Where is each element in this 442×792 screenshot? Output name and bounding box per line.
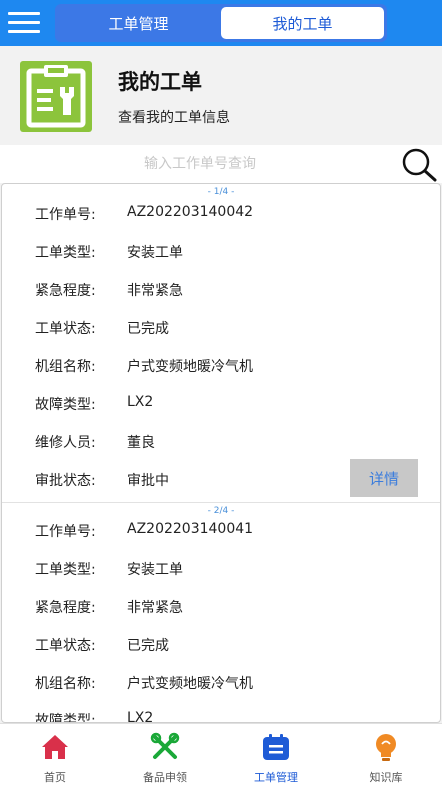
field-label: 机组名称: — [35, 676, 96, 692]
top-bar: 工单管理 我的工单 — [0, 0, 442, 46]
search-icon[interactable] — [401, 148, 437, 182]
field-value: 非常紧急 — [127, 283, 183, 299]
tab-knowledge-base[interactable]: 知识库 — [331, 724, 441, 792]
field-value: 已完成 — [127, 321, 169, 337]
page-header: 我的工单 查看我的工单信息 — [0, 46, 442, 145]
field-value: LX2 — [127, 394, 154, 410]
tab-order-management[interactable]: 工单管理 — [221, 724, 331, 792]
calendar-icon — [263, 734, 289, 760]
field-label: 维修人员: — [35, 435, 96, 451]
field-label: 工单类型: — [35, 562, 96, 578]
field-label: 紧急程度: — [35, 600, 96, 616]
field-label: 紧急程度: — [35, 283, 96, 299]
card-index: - 1/4 - — [207, 187, 235, 197]
field-label: 工单状态: — [35, 638, 96, 654]
tools-icon — [150, 732, 180, 759]
search-input[interactable] — [0, 149, 400, 179]
tab-home[interactable]: 首页 — [0, 724, 110, 792]
work-order-card: - 2/4 - 工作单号: AZ202203140041 工单类型: 安装工单 … — [2, 503, 440, 723]
menu-icon[interactable] — [8, 9, 42, 37]
tab-label: 备品申领 — [143, 771, 187, 784]
work-order-list[interactable]: - 1/4 - 工作单号: AZ202203140042 工单类型: 安装工单 … — [1, 183, 441, 723]
field-value: 董良 — [127, 435, 155, 451]
field-label: 工单类型: — [35, 245, 96, 261]
page-subtitle: 查看我的工单信息 — [118, 110, 230, 126]
lightbulb-icon — [376, 734, 396, 761]
tab-label: 知识库 — [369, 771, 403, 784]
tab-my-orders[interactable]: 我的工单 — [221, 7, 384, 39]
card-index: - 2/4 - — [207, 506, 235, 516]
field-label: 机组名称: — [35, 359, 96, 375]
field-label: 审批状态: — [35, 473, 96, 489]
field-value: 审批中 — [127, 473, 169, 489]
segmented-control: 工单管理 我的工单 — [55, 4, 387, 42]
field-label: 故障类型: — [35, 713, 96, 723]
field-value: 安装工单 — [127, 562, 183, 578]
tab-label: 工单管理 — [254, 771, 298, 784]
field-value: 户式变频地暖冷气机 — [127, 676, 253, 692]
detail-button[interactable]: 详情 — [350, 459, 418, 497]
work-order-card: - 1/4 - 工作单号: AZ202203140042 工单类型: 安装工单 … — [2, 184, 440, 503]
tab-order-management[interactable]: 工单管理 — [57, 7, 220, 39]
home-icon — [42, 735, 68, 759]
field-label: 工作单号: — [35, 207, 96, 223]
field-value: AZ202203140041 — [127, 521, 254, 537]
search-bar — [0, 145, 442, 183]
page-title: 我的工单 — [118, 70, 202, 94]
field-value: 安装工单 — [127, 245, 183, 261]
field-value: 户式变频地暖冷气机 — [127, 359, 253, 375]
clipboard-wrench-icon — [20, 61, 92, 132]
field-value: 已完成 — [127, 638, 169, 654]
field-label: 工作单号: — [35, 524, 96, 540]
field-value: AZ202203140042 — [127, 204, 254, 220]
tab-spare-parts[interactable]: 备品申领 — [110, 724, 220, 792]
field-value: 非常紧急 — [127, 600, 183, 616]
tab-label: 首页 — [44, 771, 66, 784]
bottom-tab-bar: 首页 备品申领 工单管理 知识库 — [0, 723, 442, 792]
field-value: LX2 — [127, 710, 154, 723]
field-label: 故障类型: — [35, 397, 96, 413]
field-label: 工单状态: — [35, 321, 96, 337]
